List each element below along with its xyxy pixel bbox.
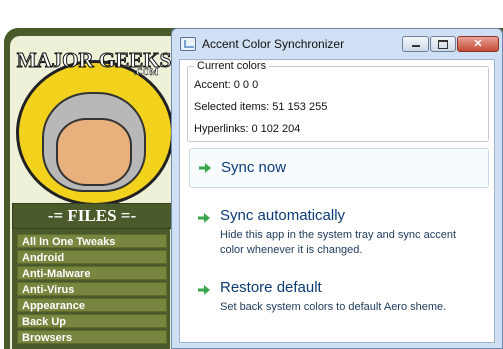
- sync-now-button[interactable]: Sync now: [189, 148, 489, 188]
- title-bar[interactable]: Accent Color Synchronizer ✕: [172, 29, 502, 59]
- category-link[interactable]: Back Up: [17, 314, 167, 328]
- category-link[interactable]: All In One Tweaks: [17, 234, 167, 248]
- green-arrow-icon: [198, 285, 210, 295]
- close-icon: ✕: [473, 38, 483, 50]
- app-window: Accent Color Synchronizer ✕ Current colo…: [171, 28, 503, 349]
- current-colors-group: Current colors Accent: 0 0 0 Selected it…: [187, 60, 489, 142]
- category-link[interactable]: Appearance: [17, 298, 167, 312]
- accent-value: Accent: 0 0 0: [194, 79, 259, 91]
- maximize-icon: [438, 39, 448, 49]
- category-link[interactable]: Browsers: [17, 330, 167, 344]
- window-title: Accent Color Synchronizer: [202, 37, 345, 51]
- close-button[interactable]: ✕: [457, 36, 499, 52]
- maximize-button[interactable]: [430, 36, 456, 52]
- minimize-button[interactable]: [402, 36, 429, 52]
- category-list: All In One Tweaks Android Anti-Malware A…: [12, 229, 170, 349]
- minimize-icon: [411, 45, 420, 48]
- command-title: Sync automatically: [220, 207, 346, 224]
- files-heading: -= FILES =-: [12, 203, 172, 229]
- category-link[interactable]: Android: [17, 250, 167, 264]
- category-link[interactable]: Anti-Virus: [17, 282, 167, 296]
- command-description: Hide this app in the system tray and syn…: [220, 229, 457, 256]
- command-description: Set back system colors to default Aero s…: [220, 301, 447, 313]
- command-title: Sync now: [221, 159, 287, 176]
- green-arrow-icon: [199, 163, 211, 173]
- group-legend: Current colors: [194, 60, 270, 72]
- green-arrow-icon: [198, 213, 210, 223]
- logo-suffix: .COM: [134, 67, 159, 77]
- category-link[interactable]: Anti-Malware: [17, 266, 167, 280]
- command-title: Restore default: [220, 279, 322, 296]
- app-icon: [180, 37, 196, 51]
- selected-items-value: Selected items: 51 153 255: [194, 101, 328, 113]
- sync-automatically-button[interactable]: Sync automatically Hide this app in the …: [189, 202, 489, 262]
- logo-face-graphic: [56, 118, 132, 186]
- restore-default-button[interactable]: Restore default Set back system colors t…: [189, 274, 489, 324]
- client-area: Current colors Accent: 0 0 0 Selected it…: [179, 59, 495, 343]
- hyperlinks-value: Hyperlinks: 0 102 204: [194, 123, 301, 135]
